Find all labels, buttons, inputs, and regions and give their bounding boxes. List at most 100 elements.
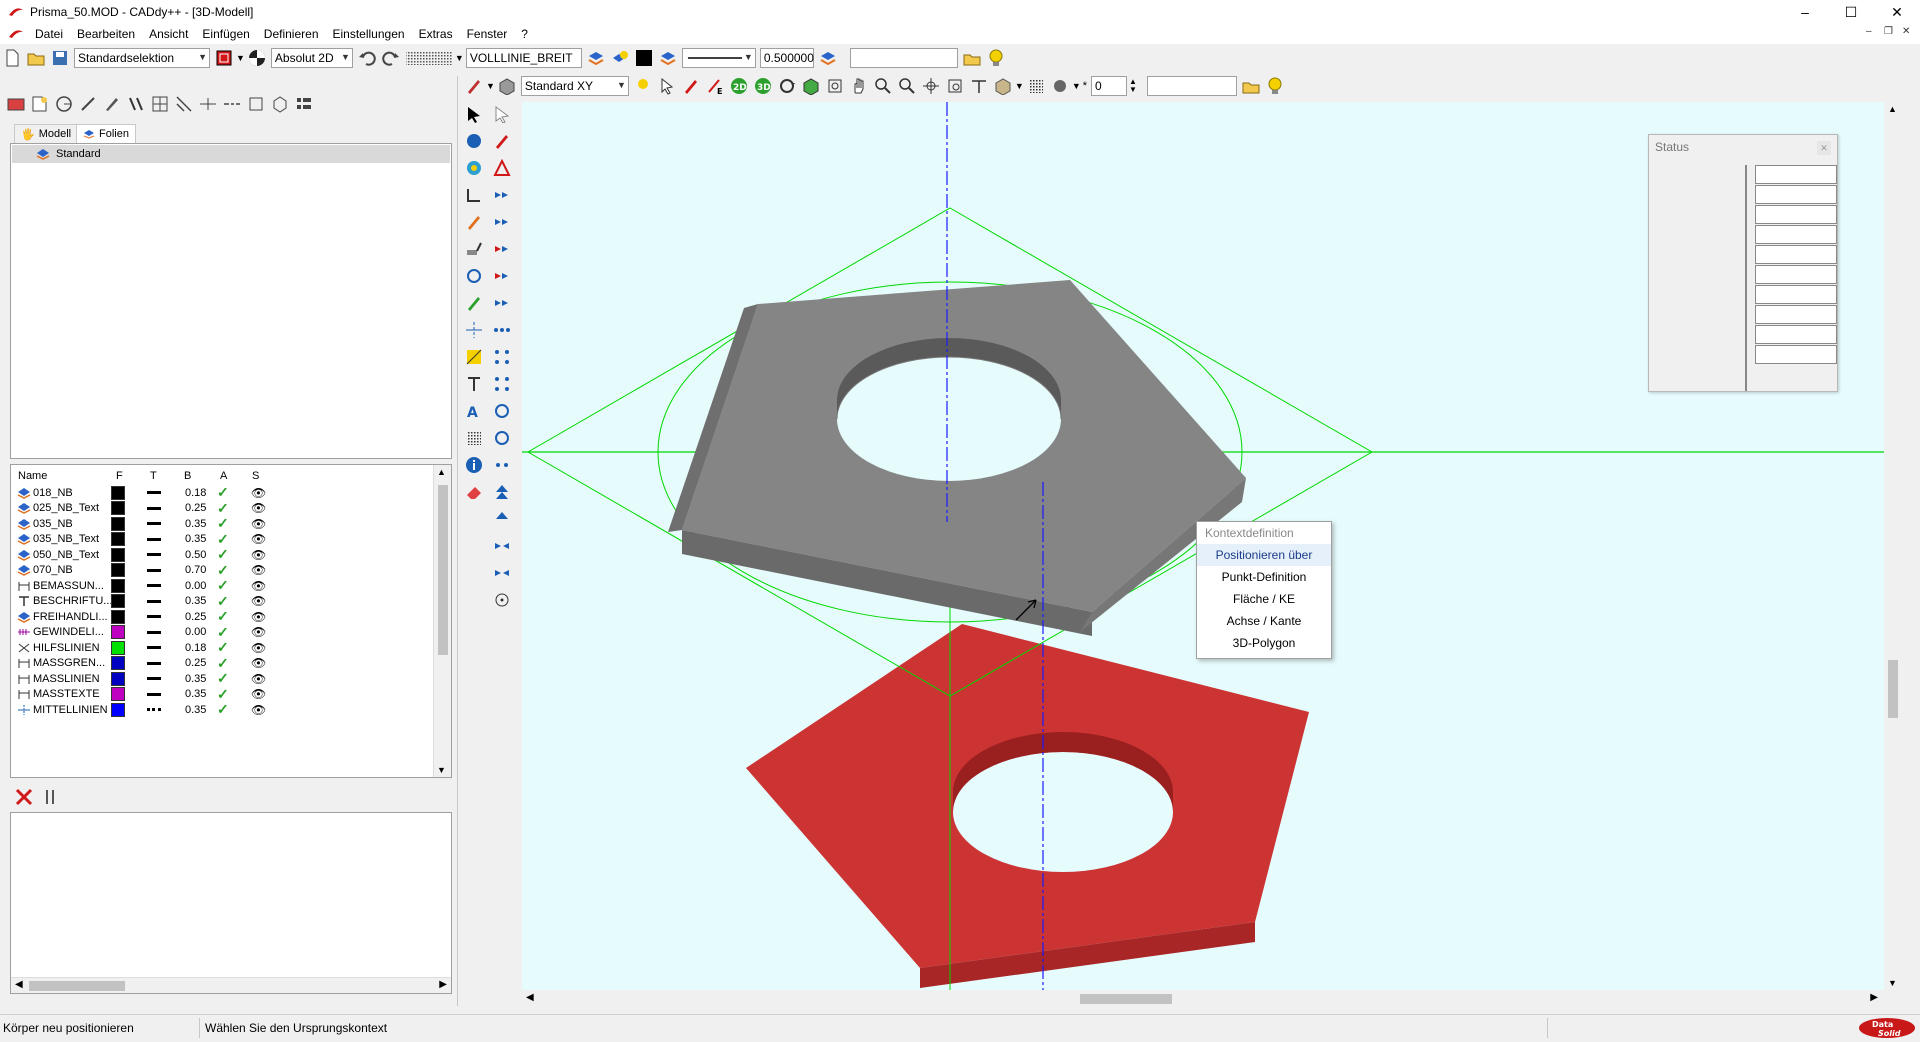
lightbulb-icon-2[interactable] (1264, 75, 1286, 97)
mdi-close-icon[interactable]: ✕ (1902, 26, 1910, 37)
folder-search-icon[interactable] (961, 47, 983, 69)
visibility-eye-icon[interactable]: 👁 (251, 594, 266, 608)
visibility-eye-icon[interactable]: 👁 (251, 610, 266, 624)
visibility-eye-icon[interactable]: 👁 (251, 703, 266, 717)
selection-color-icon[interactable] (213, 47, 235, 69)
pen-color-black-icon[interactable] (633, 47, 655, 69)
layer-color-swatch[interactable] (111, 516, 125, 531)
linetype-swatch[interactable] (147, 506, 161, 510)
edit-e-icon[interactable]: E (704, 75, 726, 97)
panel-tool-10-icon[interactable] (221, 93, 243, 115)
panel-tool-11-icon[interactable] (245, 93, 267, 115)
ctx-item-positionieren[interactable]: Positionieren über (1197, 544, 1331, 566)
layer-color-swatch[interactable] (111, 547, 125, 562)
visibility-eye-icon[interactable]: 👁 (251, 517, 266, 531)
lightbulb-icon[interactable] (985, 47, 1007, 69)
zoom-extent-icon[interactable] (944, 75, 966, 97)
view-tool-pencil-icon[interactable] (463, 75, 485, 97)
text-tool-icon[interactable] (462, 370, 486, 397)
menu-definieren[interactable]: Definieren (257, 27, 326, 41)
linetype-swatch[interactable] (147, 522, 161, 525)
scroll-down-icon[interactable]: ▼ (437, 765, 446, 775)
delete-layer-icon[interactable] (13, 786, 35, 808)
light-icon[interactable] (632, 75, 654, 97)
select-outline-icon[interactable] (490, 100, 514, 127)
linetype-swatch[interactable] (147, 708, 161, 711)
save-icon[interactable] (49, 47, 71, 69)
panel-tool-2-icon[interactable] (29, 93, 51, 115)
close-button[interactable]: ✕ (1874, 0, 1920, 24)
col-name[interactable]: Name (18, 470, 47, 482)
sphere-tool-icon[interactable] (462, 127, 486, 154)
hscroll-thumb[interactable] (1080, 994, 1172, 1004)
layer-stack-icon[interactable] (585, 47, 607, 69)
panel-tool-6-icon[interactable] (125, 93, 147, 115)
panel-tool-8-icon[interactable] (173, 93, 195, 115)
copy-right-icon[interactable] (490, 208, 514, 235)
linetype-swatch[interactable] (147, 553, 161, 556)
pan-hand-icon[interactable] (848, 75, 870, 97)
tab-folien[interactable]: Folien (76, 124, 136, 143)
layer-color-swatch[interactable] (111, 671, 125, 686)
dimension-tool-icon[interactable] (462, 181, 486, 208)
ctx-item-3d-polygon[interactable]: 3D-Polygon (1197, 632, 1331, 654)
menu-einfuegen[interactable]: Einfügen (195, 27, 256, 41)
linetype-swatch[interactable] (147, 491, 161, 494)
viewport-vscroll[interactable]: ▲ ▼ (1884, 102, 1902, 990)
visibility-eye-icon[interactable]: 👁 (251, 625, 266, 639)
linetype-swatch[interactable] (147, 615, 161, 618)
value-field[interactable] (1146, 76, 1237, 96)
col-s[interactable]: S (252, 470, 259, 482)
layer-index-spinner[interactable]: ▲ ▼ (1129, 78, 1137, 94)
col-b[interactable]: B (184, 470, 191, 482)
vscroll-up-icon[interactable]: ▲ (1888, 104, 1897, 114)
linetype-swatch[interactable] (147, 692, 161, 696)
undo-icon[interactable] (356, 47, 378, 69)
sphere-dropdown-icon[interactable]: ▼ (1072, 81, 1081, 91)
measure-icon[interactable] (968, 75, 990, 97)
linetype-swatch[interactable] (147, 646, 161, 649)
line-width-field[interactable]: 0.500000 (759, 48, 814, 68)
offset-icon[interactable] (490, 289, 514, 316)
search-field[interactable] (849, 48, 958, 68)
line-style-field[interactable]: VOLLLINIE_BREIT (465, 48, 582, 68)
menu-datei[interactable]: Datei (28, 27, 70, 41)
zoom-in-icon[interactable] (872, 75, 894, 97)
layer-icon[interactable] (657, 47, 679, 69)
grid-dropdown-icon[interactable]: ▼ (455, 53, 464, 63)
maximize-button[interactable]: ☐ (1828, 0, 1874, 24)
tree-item-standard[interactable]: Standard (12, 145, 450, 163)
cube-view-icon[interactable] (800, 75, 822, 97)
hatch-tool-icon[interactable] (462, 343, 486, 370)
linetype-swatch[interactable] (147, 568, 161, 572)
globe-tool-icon[interactable] (462, 154, 486, 181)
visibility-eye-icon[interactable]: 👁 (251, 687, 266, 701)
layer-index-field[interactable]: 0 (1091, 76, 1128, 96)
tab-modell[interactable]: 🖐 Modell (14, 124, 79, 143)
snap-icon[interactable] (246, 47, 268, 69)
visibility-eye-icon[interactable]: 👁 (251, 656, 266, 670)
properties-hscroll[interactable]: ◀ ▶ (11, 977, 451, 993)
panel-tool-9-icon[interactable] (197, 93, 219, 115)
layer-scrollbar[interactable]: ▲ ▼ (433, 465, 451, 777)
view-2d-icon[interactable]: 2D (728, 75, 750, 97)
layer-color-swatch[interactable] (111, 656, 125, 670)
view-plane-select[interactable]: Standard XY ▼ (520, 76, 629, 96)
layer-color-swatch[interactable] (111, 702, 125, 717)
panel-tool-3-icon[interactable] (53, 93, 75, 115)
visibility-eye-icon[interactable]: 👁 (251, 563, 266, 577)
paint-tool-icon[interactable] (462, 235, 486, 262)
zoom-window-icon[interactable] (824, 75, 846, 97)
status-close-icon[interactable]: ✕ (1817, 141, 1831, 155)
layer-color-swatch[interactable] (111, 687, 125, 701)
pencil-tool-icon[interactable] (462, 208, 486, 235)
linetype-swatch[interactable] (147, 537, 161, 541)
scale-icon[interactable] (490, 451, 514, 478)
layer-color-swatch[interactable] (111, 501, 125, 515)
panel-tool-7-icon[interactable] (149, 93, 171, 115)
layer-icon-2[interactable] (817, 47, 839, 69)
color-dropdown-icon[interactable]: ▼ (236, 53, 245, 63)
redo-icon[interactable] (380, 47, 402, 69)
grid-pattern-icon[interactable] (404, 47, 454, 69)
select-arrow-icon[interactable] (462, 100, 486, 127)
